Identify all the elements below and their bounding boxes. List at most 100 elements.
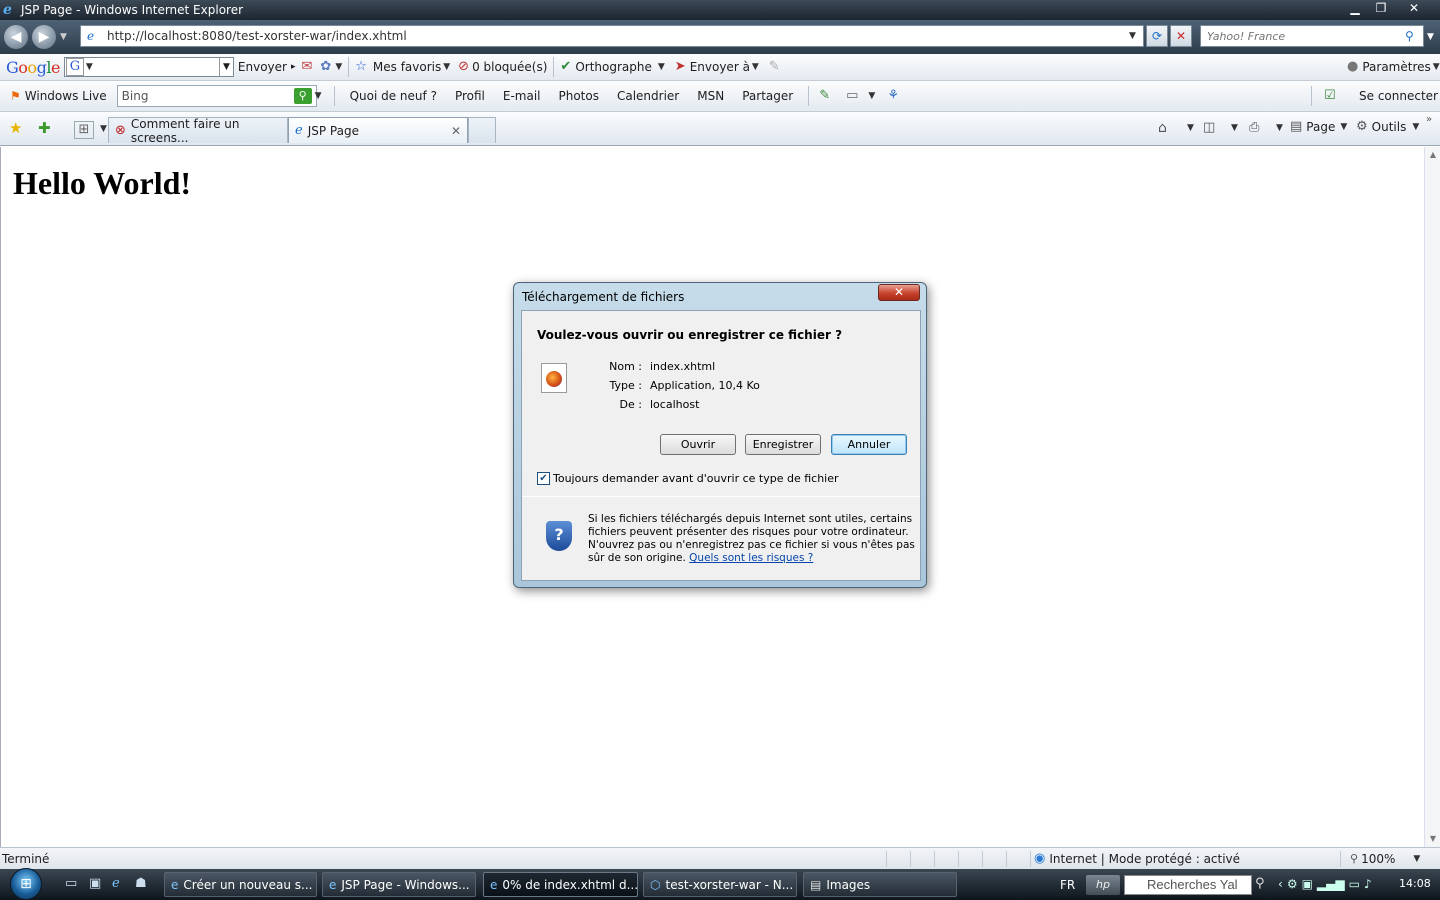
quicklaunch-ie-icon[interactable]: e [112, 876, 120, 891]
stop-button[interactable]: ✕ [1170, 25, 1192, 47]
save-button[interactable]: Enregistrer [745, 434, 821, 455]
add-favorite-icon[interactable]: ✚ [38, 120, 51, 136]
live-link-calendar[interactable]: Calendrier [617, 89, 679, 103]
gmail-icon[interactable]: ✉ [302, 59, 313, 75]
quicklaunch-people-icon[interactable]: ☗ [135, 876, 147, 891]
tray-signal-icon[interactable]: ▂▄▆ [1317, 877, 1345, 891]
print-icon[interactable]: ⎙ [1249, 120, 1259, 136]
dialog-close-button[interactable]: ✕ [878, 284, 920, 301]
window-icon[interactable]: ▭ [846, 88, 858, 104]
task-jsp-page[interactable]: e JSP Page - Windows... [322, 872, 476, 897]
apps-icon[interactable]: ✿ [320, 59, 331, 75]
live-link-msn[interactable]: MSN [697, 89, 724, 103]
search-input[interactable] [1201, 29, 1405, 43]
blog-icon[interactable]: ✎ [819, 88, 830, 104]
tray-volume-icon[interactable]: ♪ [1364, 877, 1372, 891]
settings-button[interactable]: ● Paramètres ▼ [1347, 59, 1440, 75]
feeds-dropdown-icon[interactable]: ▼ [1231, 123, 1238, 133]
clock[interactable]: 14:08 [1399, 877, 1431, 890]
apps-dropdown-icon[interactable]: ▼ [335, 62, 342, 72]
google-menu-dropdown-icon[interactable]: ▼ [86, 62, 93, 72]
tab-list-dropdown-icon[interactable]: ▼ [100, 124, 107, 134]
window-dropdown-icon[interactable]: ▼ [868, 91, 875, 101]
file-download-dialog[interactable]: Téléchargement de fichiers ✕ Voulez-vous… [513, 282, 927, 588]
print-dropdown-icon[interactable]: ▼ [1276, 123, 1283, 133]
quick-tabs-icon[interactable]: ⊞ [74, 121, 94, 139]
live-link-email[interactable]: E-mail [503, 89, 541, 103]
window-close-button[interactable]: ✕ [1394, 0, 1434, 16]
google-search-input[interactable]: G ▼ ▼ [63, 57, 234, 77]
forward-button[interactable]: ▶ [32, 25, 56, 49]
feeds-icon[interactable]: ◫ [1203, 120, 1215, 136]
task-images[interactable]: ▤ Images [803, 872, 957, 897]
refresh-button[interactable]: ⟳ [1146, 25, 1168, 47]
home-icon[interactable]: ⌂ [1158, 120, 1167, 136]
start-button[interactable]: ⊞ [10, 868, 46, 900]
windows-live-brand[interactable]: ⚑ Windows Live [10, 89, 107, 103]
tab-close-icon[interactable]: ✕ [451, 124, 461, 138]
tab-jsp-page[interactable]: e JSP Page ✕ [288, 117, 468, 143]
signin-link[interactable]: Se connecter [1359, 89, 1438, 103]
send-to-button[interactable]: ➤ Envoyer à ▼ [675, 59, 759, 75]
always-ask-label[interactable]: Toujours demander avant d'ouvrir ce type… [553, 472, 839, 485]
tab-comment-faire[interactable]: ⊗ Comment faire un screens... [108, 117, 288, 145]
vertical-scrollbar[interactable]: ▲ ▼ [1424, 147, 1440, 847]
search-go-icon[interactable]: ⚲ [1255, 876, 1265, 891]
switch-windows-icon[interactable]: ▣ [89, 876, 101, 891]
security-zone[interactable]: ◉ Internet | Mode protégé : activé [1034, 851, 1240, 866]
history-dropdown-icon[interactable]: ▼ [60, 32, 67, 42]
open-button[interactable]: Ouvrir [660, 434, 736, 455]
task-creer-nouveau[interactable]: e Créer un nouveau s... [164, 872, 317, 897]
home-dropdown-icon[interactable]: ▼ [1187, 123, 1194, 133]
window-title-bar[interactable]: e JSP Page - Windows Internet Explorer ▁… [0, 0, 1440, 20]
address-bar[interactable]: e http://localhost:8080/test-xorster-war… [80, 25, 1144, 47]
restore-button[interactable]: ❐ [1368, 0, 1394, 16]
favorites-button[interactable]: ☆ Mes favoris ▼ [355, 59, 450, 75]
task-test-xorster[interactable]: ⬡ test-xorster-war - N... [643, 872, 797, 897]
zoom-control[interactable]: ⚲ 100% ▼ [1350, 851, 1420, 867]
popup-blocked-button[interactable]: ⊘ 0 bloquée(s) [458, 59, 547, 75]
translate-icon[interactable]: ⚘ [887, 88, 899, 104]
bing-search-box[interactable]: ⚲ [116, 85, 317, 107]
minimize-button[interactable]: ▁ [1342, 0, 1368, 16]
language-indicator[interactable]: FR [1060, 869, 1075, 900]
zoom-dropdown-icon[interactable]: ▼ [1413, 854, 1420, 864]
task-download-progress[interactable]: e 0% de index.xhtml d... [483, 872, 638, 897]
search-provider-dropdown-icon[interactable]: ▼ [1427, 32, 1434, 42]
bing-search-icon[interactable]: ⚲ [293, 88, 312, 104]
google-history-dropdown-icon[interactable]: ▼ [218, 58, 233, 76]
always-ask-checkbox[interactable]: ✔ [537, 472, 550, 485]
scroll-down-icon[interactable]: ▼ [1425, 831, 1440, 847]
bing-dropdown-icon[interactable]: ▼ [315, 91, 322, 101]
risks-link[interactable]: Quels sont les risques ? [689, 552, 813, 564]
live-link-profile[interactable]: Profil [455, 89, 485, 103]
search-box[interactable]: ⚲ [1200, 25, 1424, 47]
tray-network-icon[interactable]: ⚙ [1287, 877, 1298, 891]
tray-display-icon[interactable]: ▭ [1349, 877, 1360, 891]
address-dropdown-icon[interactable]: ▼ [1129, 31, 1143, 41]
new-tab-button[interactable] [468, 117, 496, 143]
hp-logo-icon[interactable]: hp [1086, 875, 1120, 895]
highlighter-icon[interactable]: ✎ [769, 59, 780, 75]
cancel-button[interactable]: Annuler [831, 434, 907, 455]
page-menu-button[interactable]: ▤ Page ▼ [1290, 119, 1347, 135]
always-ask-row[interactable]: ✔ Toujours demander avant d'ouvrir ce ty… [537, 472, 839, 485]
live-link-photos[interactable]: Photos [559, 89, 599, 103]
address-url[interactable]: http://localhost:8080/test-xorster-war/i… [107, 29, 1127, 43]
tools-menu-button[interactable]: ⚙ Outils ▼ [1356, 119, 1419, 135]
show-desktop-icon[interactable]: ▭ [65, 876, 77, 891]
live-link-whats-new[interactable]: Quoi de neuf ? [350, 89, 437, 103]
more-arrow-icon[interactable]: ▸ [291, 62, 296, 72]
favorites-center-icon[interactable]: ★ [9, 120, 22, 136]
back-button[interactable]: ◀ [4, 25, 28, 49]
bing-search-input[interactable] [117, 89, 294, 103]
taskbar-search[interactable]: Recherches Yal [1124, 875, 1252, 895]
scroll-up-icon[interactable]: ▲ [1425, 147, 1440, 163]
google-send-button[interactable]: Envoyer [238, 60, 287, 74]
search-icon[interactable]: ⚲ [1405, 29, 1423, 43]
tray-app-icon[interactable]: ▣ [1302, 877, 1313, 891]
live-link-share[interactable]: Partager [742, 89, 793, 103]
chevron-more-icon[interactable]: » [1426, 112, 1432, 128]
tray-expand-icon[interactable]: ‹ [1278, 877, 1283, 891]
spellcheck-button[interactable]: ✔ Orthographe ▼ [560, 59, 664, 75]
